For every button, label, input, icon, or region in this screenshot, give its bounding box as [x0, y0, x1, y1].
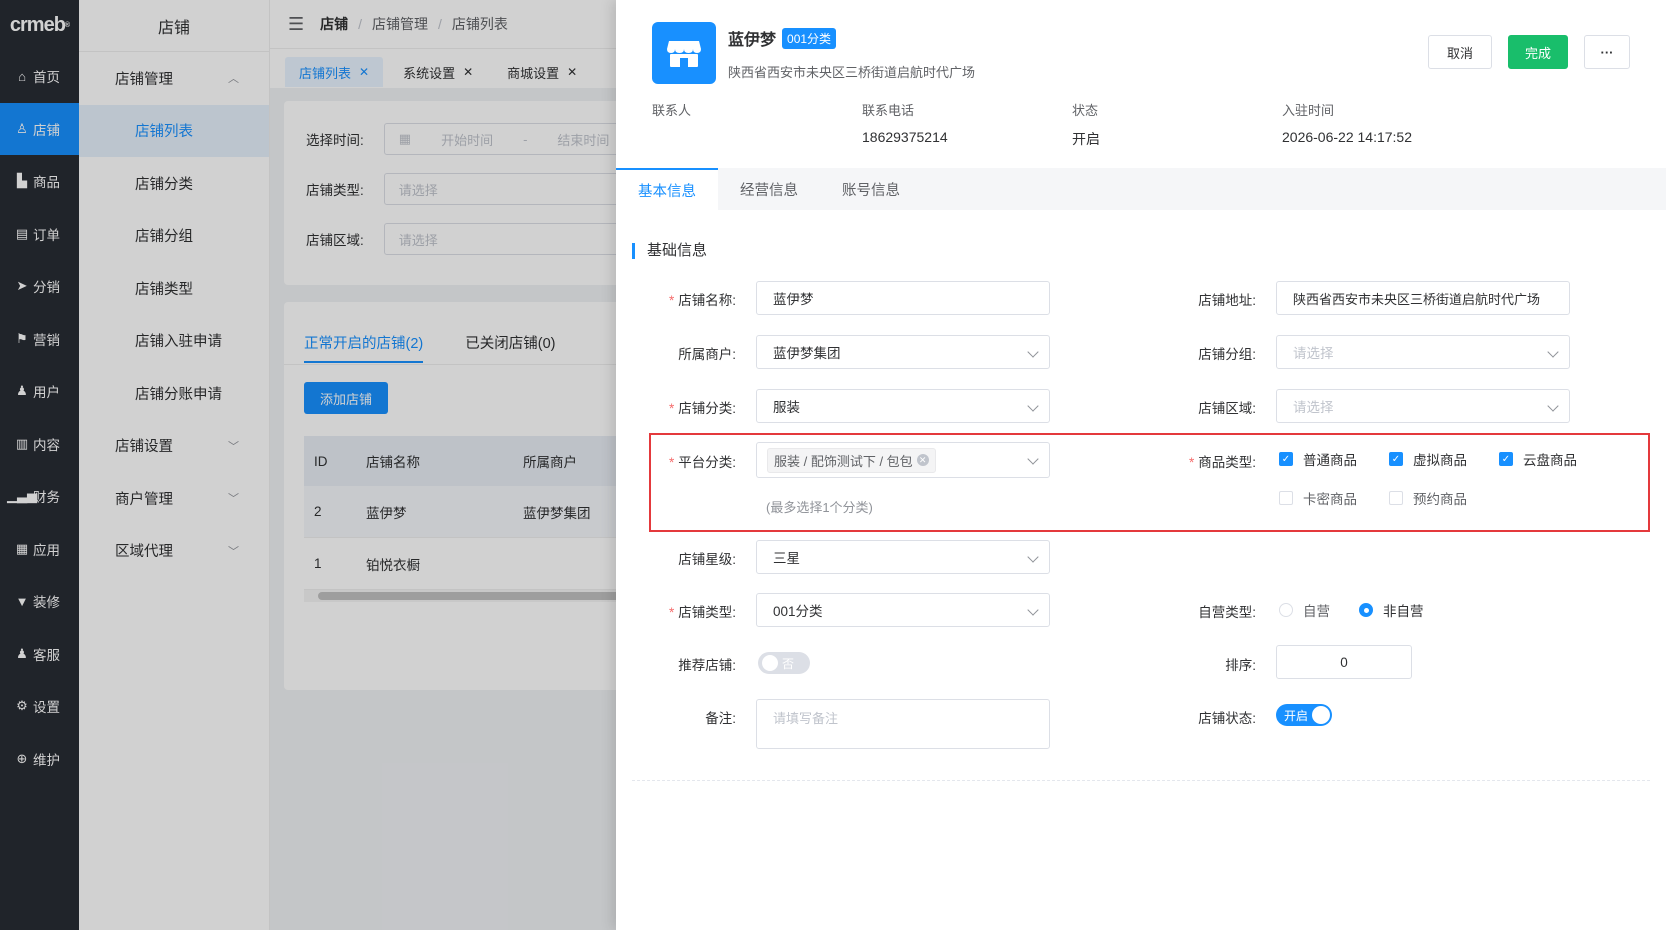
- sort-label: 排序:: [1225, 658, 1256, 673]
- category-tag: 服装 / 配饰测试下 / 包包 ✕: [767, 447, 936, 473]
- checkbox-checked[interactable]: ✓: [1389, 452, 1403, 466]
- store-type-badge: 001分类: [782, 27, 837, 49]
- chevron-down-icon: [1547, 400, 1559, 412]
- more-button[interactable]: ···: [1584, 35, 1630, 69]
- store-star-select[interactable]: 三星: [756, 540, 1050, 574]
- store-category-select[interactable]: 服装: [756, 389, 1050, 423]
- merchant-select[interactable]: 蓝伊梦集团: [756, 335, 1050, 369]
- checkbox-unchecked[interactable]: [1389, 491, 1403, 505]
- goods-type-card[interactable]: 卡密商品: [1279, 488, 1357, 508]
- meta-join-time: 入驻时间 2026-06-22 14:17:52: [1282, 103, 1412, 145]
- chevron-down-icon: [1027, 400, 1039, 412]
- store-address: 陕西省西安市未央区三桥街道启航时代广场: [728, 65, 976, 80]
- drawer-tabs: 基本信息 经营信息 账号信息: [616, 168, 1666, 210]
- meta-status: 状态 开启: [1072, 103, 1100, 147]
- chevron-down-icon: [1027, 346, 1039, 358]
- store-type-select[interactable]: 001分类: [756, 593, 1050, 627]
- store-category-label: 店铺分类:: [616, 397, 736, 417]
- goods-type-cloud[interactable]: ✓ 云盘商品: [1499, 449, 1577, 469]
- store-address-input[interactable]: 陕西省西安市未央区三桥街道启航时代广场: [1276, 281, 1570, 315]
- self-type-non-self[interactable]: 非自营: [1359, 600, 1424, 620]
- meta-phone: 联系电话 18629375214: [862, 103, 948, 145]
- goods-type-booking[interactable]: 预约商品: [1389, 488, 1467, 508]
- sort-input[interactable]: 0: [1276, 645, 1412, 679]
- drawer-header: 蓝伊梦 001分类 陕西省西安市未央区三桥街道启航时代广场: [652, 22, 975, 84]
- recommend-label: 推荐店铺:: [678, 658, 736, 673]
- switch-knob: [762, 655, 778, 671]
- self-type-label: 自营类型:: [1198, 605, 1256, 620]
- tab-account-info[interactable]: 账号信息: [820, 168, 922, 210]
- remark-label: 备注:: [705, 711, 736, 726]
- store-status-switch[interactable]: 开启: [1276, 704, 1332, 726]
- store-status-label: 店铺状态:: [1198, 711, 1256, 726]
- store-name-input[interactable]: 蓝伊梦: [756, 281, 1050, 315]
- store-icon: [652, 22, 716, 84]
- store-detail-drawer: 蓝伊梦 001分类 陕西省西安市未央区三桥街道启航时代广场 取消 完成 ··· …: [616, 0, 1666, 930]
- drawer-actions: 取消 完成 ···: [1427, 35, 1630, 69]
- checkbox-unchecked[interactable]: [1279, 491, 1293, 505]
- store-name: 蓝伊梦: [728, 32, 777, 49]
- store-group-label: 店铺分组:: [1198, 347, 1256, 362]
- store-area-select[interactable]: 请选择: [1276, 389, 1570, 423]
- merchant-label: 所属商户:: [678, 347, 736, 362]
- platform-category-label: 平台分类:: [616, 451, 736, 471]
- chevron-down-icon: [1027, 453, 1039, 465]
- goods-type-virtual[interactable]: ✓ 虚拟商品: [1389, 449, 1467, 469]
- radio-checked[interactable]: [1359, 603, 1373, 617]
- store-address-label: 店铺地址:: [1198, 293, 1256, 308]
- store-group-select[interactable]: 请选择: [1276, 335, 1570, 369]
- meta-contact: 联系人: [652, 103, 692, 118]
- recommend-switch[interactable]: 否: [758, 652, 810, 674]
- remark-textarea[interactable]: 请填写备注: [756, 699, 1050, 749]
- chevron-down-icon: [1027, 551, 1039, 563]
- divider: [632, 780, 1650, 781]
- store-area-label: 店铺区域:: [1198, 401, 1256, 416]
- tab-business-info[interactable]: 经营信息: [718, 168, 820, 210]
- store-meta: 联系人 联系电话 18629375214 状态 开启 入驻时间 2026-06-…: [652, 100, 1492, 149]
- platform-category-select[interactable]: 服装 / 配饰测试下 / 包包 ✕: [756, 442, 1050, 478]
- tab-basic-info[interactable]: 基本信息: [616, 168, 718, 210]
- section-title: 基础信息: [632, 243, 707, 259]
- self-type-self[interactable]: 自营: [1279, 600, 1330, 620]
- goods-type-label: 商品类型:: [1136, 451, 1256, 471]
- checkbox-checked[interactable]: ✓: [1279, 452, 1293, 466]
- store-star-label: 店铺星级:: [678, 552, 736, 567]
- chevron-down-icon: [1027, 604, 1039, 616]
- cancel-button[interactable]: 取消: [1427, 35, 1492, 69]
- switch-knob: [1312, 706, 1331, 724]
- checkbox-checked[interactable]: ✓: [1499, 452, 1513, 466]
- chevron-down-icon: [1547, 346, 1559, 358]
- store-type-label: 店铺类型:: [616, 601, 736, 621]
- goods-type-normal[interactable]: ✓ 普通商品: [1279, 449, 1357, 469]
- done-button[interactable]: 完成: [1507, 35, 1568, 69]
- close-icon[interactable]: ✕: [916, 454, 929, 466]
- store-name-label: 店铺名称:: [616, 289, 736, 309]
- platform-category-hint: (最多选择1个分类): [766, 500, 873, 515]
- radio-unchecked[interactable]: [1279, 603, 1293, 617]
